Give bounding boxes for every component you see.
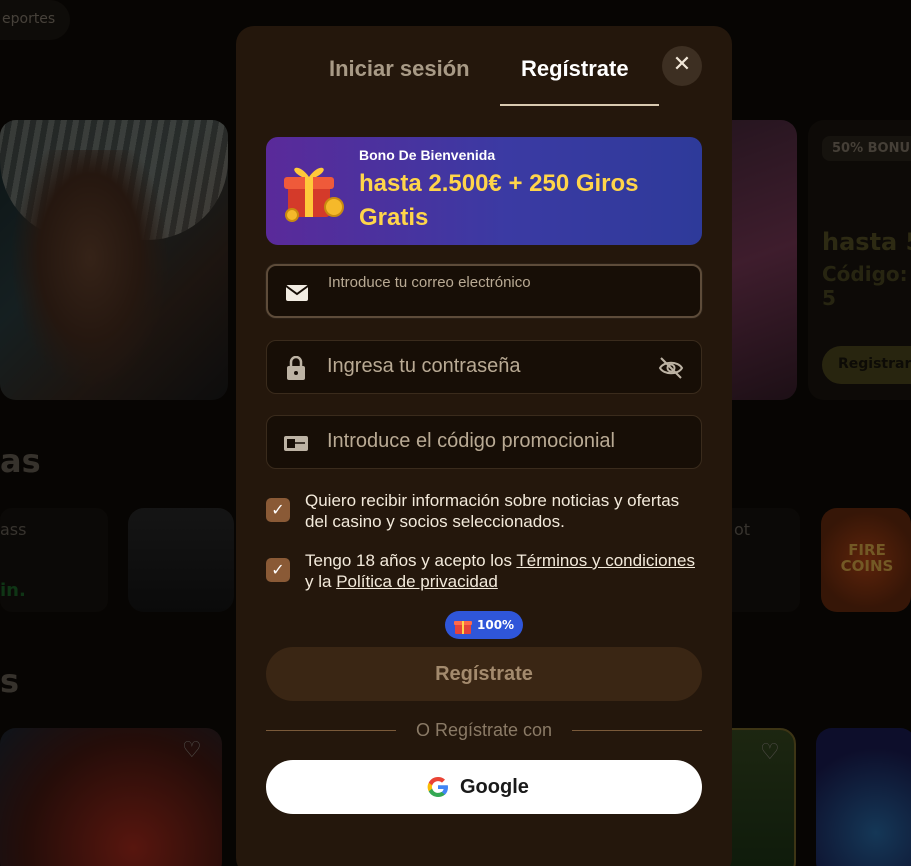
bonus-headline: hasta 2.500€ + 250 Giros Gratis <box>359 170 639 231</box>
promo-code-field[interactable]: Introduce el código promocionial <box>266 415 702 469</box>
tab-register[interactable]: Regístrate <box>521 56 629 82</box>
auth-tabs: Iniciar sesión Regístrate <box>236 26 732 106</box>
close-button[interactable]: ✕ <box>662 46 702 86</box>
social-divider: O Regístrate con <box>266 720 702 742</box>
google-icon <box>427 777 448 797</box>
welcome-bonus-banner: Bono De Bienvenida hasta 2.500€ + 250 Gi… <box>266 137 702 245</box>
register-modal: Iniciar sesión Regístrate ✕ Bono De Bien… <box>236 26 732 866</box>
promo-placeholder: Introduce el código promocionial <box>327 430 615 452</box>
bonus-percent-text: 100% <box>477 618 515 632</box>
bonus-percent-badge: 100% <box>445 611 523 639</box>
lock-icon <box>287 356 305 380</box>
terms-link[interactable]: Términos y condiciones <box>516 551 695 570</box>
envelope-icon <box>285 285 309 301</box>
password-placeholder: Ingresa tu contraseña <box>327 355 521 377</box>
bonus-subtitle: Bono De Bienvenida <box>359 147 496 163</box>
register-submit-button[interactable]: Regístrate <box>266 647 702 701</box>
tab-login[interactable]: Iniciar sesión <box>329 56 470 82</box>
gift-mini-icon <box>454 620 472 634</box>
terms-consent-checkbox[interactable]: ✓ <box>266 558 290 582</box>
email-placeholder: Introduce tu correo electrónico <box>328 274 531 291</box>
google-signin-button[interactable]: Google <box>266 760 702 814</box>
email-field[interactable]: Introduce tu correo electrónico <box>266 264 702 318</box>
news-consent-text: Quiero recibir información sobre noticia… <box>305 491 680 531</box>
news-consent-row: ✓ Quiero recibir información sobre notic… <box>266 490 702 534</box>
password-field[interactable]: Ingresa tu contraseña <box>266 340 702 394</box>
google-label: Google <box>460 776 529 798</box>
terms-middle-text: y la <box>305 572 337 591</box>
ticket-icon <box>284 436 308 451</box>
eye-off-icon[interactable] <box>657 355 685 381</box>
terms-consent-row: ✓ Tengo 18 años y acepto los Términos y … <box>266 550 702 594</box>
privacy-link[interactable]: Política de privacidad <box>336 572 498 591</box>
divider-line-right <box>572 730 702 731</box>
gift-icon <box>284 167 344 222</box>
terms-consent-text: Tengo 18 años y acepto los Términos y co… <box>305 550 705 592</box>
terms-prefix-text: Tengo 18 años y acepto los <box>305 551 517 570</box>
active-tab-indicator <box>500 104 659 106</box>
news-consent-checkbox[interactable]: ✓ <box>266 498 290 522</box>
